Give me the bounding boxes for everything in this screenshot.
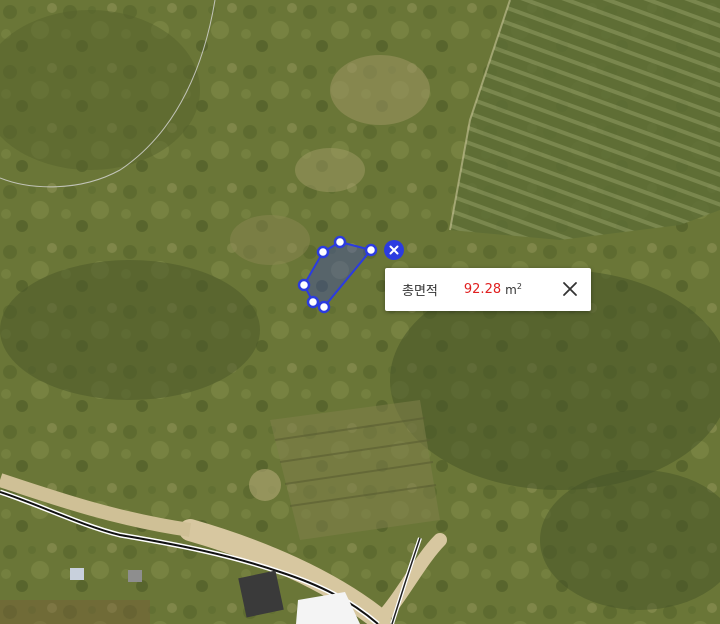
building <box>238 570 284 618</box>
vertex-handle[interactable] <box>364 243 378 257</box>
area-unit: m2 <box>505 282 522 297</box>
measurement-popup: 총면적 92.28 m2 <box>385 268 591 311</box>
total-area-label: 총면적 <box>402 284 438 299</box>
forest-patch <box>0 260 260 400</box>
vertex-handle[interactable] <box>316 245 330 259</box>
vertex-handle[interactable] <box>297 278 311 292</box>
clearing <box>295 148 365 192</box>
building <box>128 570 142 582</box>
building <box>70 568 84 580</box>
clearing <box>230 215 310 265</box>
satellite-map[interactable] <box>0 0 720 624</box>
area-value: 92.28 <box>463 282 502 297</box>
close-icon[interactable] <box>559 278 581 300</box>
terrace-field <box>270 400 440 540</box>
vertex-handle[interactable] <box>317 300 331 314</box>
delete-shape-icon[interactable] <box>384 240 404 260</box>
vertex-handle[interactable] <box>333 235 347 249</box>
vertex-handle[interactable] <box>306 295 320 309</box>
clearing <box>330 55 430 125</box>
